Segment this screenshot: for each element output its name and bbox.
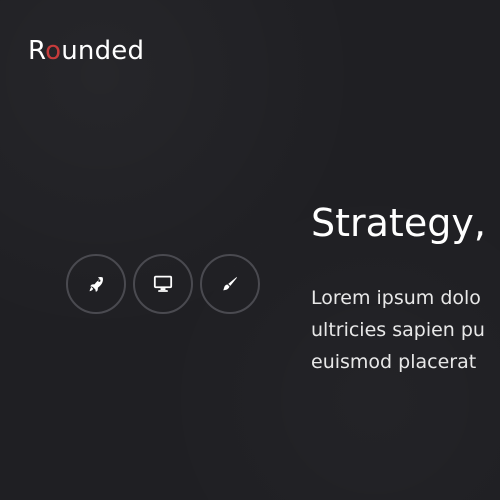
- rocket-button[interactable]: [66, 254, 126, 314]
- logo-text-rest: unded: [61, 36, 145, 66]
- hero-title: Strategy,: [311, 201, 486, 245]
- logo-text-first: R: [28, 36, 46, 66]
- rocket-icon: [87, 275, 105, 293]
- feature-icons: [66, 254, 266, 318]
- logo-text-accent: o: [45, 36, 62, 66]
- hero-paragraph-line-1: Lorem ipsum dolo: [311, 287, 481, 309]
- monitor-icon: [153, 275, 173, 293]
- logo-link[interactable]: Rounded: [28, 38, 144, 64]
- brush-button[interactable]: [200, 254, 260, 314]
- hero-paragraph: Lorem ipsum dolo ultricies sapien pu eui…: [311, 282, 500, 378]
- page: Rounded Strategy, Lorem ipsum dolo ultri…: [0, 0, 500, 500]
- hero-paragraph-line-3: euismod placerat: [311, 351, 477, 373]
- monitor-button[interactable]: [133, 254, 193, 314]
- brush-icon: [221, 275, 239, 293]
- hero-paragraph-line-2: ultricies sapien pu: [311, 319, 485, 341]
